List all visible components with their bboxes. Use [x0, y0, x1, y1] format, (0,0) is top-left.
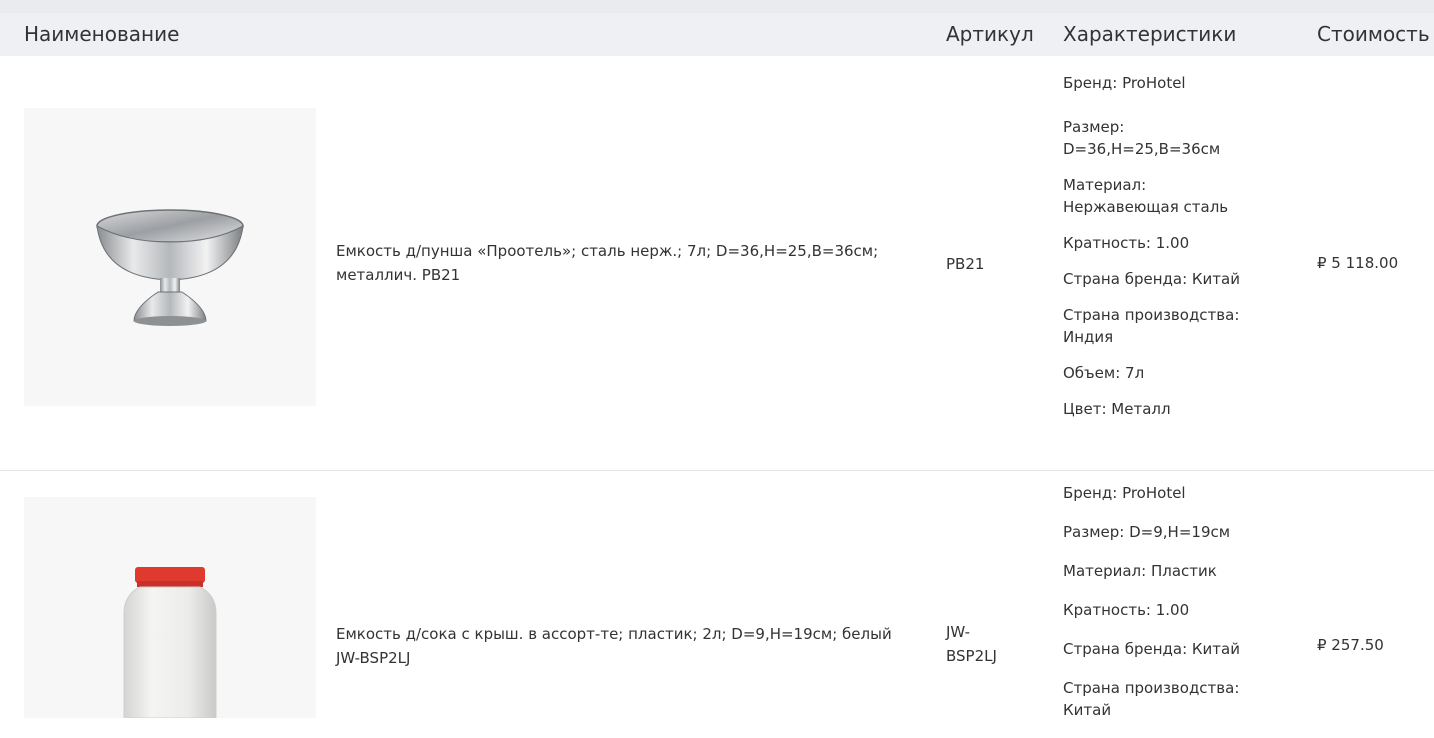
spec-size: Размер: D=9,H=19см [1063, 521, 1293, 543]
column-header-sku[interactable]: Артикул [946, 22, 1034, 46]
spec-brand-country: Страна бренда: Китай [1063, 638, 1293, 660]
spec-value: ProHotel [1122, 74, 1186, 92]
spec-label: Кратность: [1063, 234, 1151, 252]
spec-label: Страна бренда: [1063, 270, 1188, 288]
spec-value: D=36,H=25,B=36см [1063, 140, 1221, 158]
spec-value: Китай [1191, 640, 1240, 658]
product-image[interactable] [24, 497, 316, 719]
spec-value: ProHotel [1122, 484, 1186, 502]
spec-brand: Бренд: ProHotel [1063, 482, 1293, 504]
column-header-specs[interactable]: Характеристики [1063, 22, 1236, 46]
spec-volume: Объем: 7л [1063, 362, 1293, 384]
spec-value: Китай [1063, 701, 1112, 719]
spec-value: Металл [1111, 400, 1171, 418]
spec-value: Индия [1063, 328, 1114, 346]
spec-label: Объем: [1063, 364, 1121, 382]
juice-container-icon [123, 567, 217, 719]
spec-label: Размер: [1063, 118, 1125, 136]
spec-value: Китай [1191, 270, 1240, 288]
spec-value: 7л [1125, 364, 1145, 382]
spec-label: Страна бренда: [1063, 640, 1188, 658]
spec-label: Цвет: [1063, 400, 1107, 418]
spec-label: Бренд: [1063, 484, 1118, 502]
spec-multiplicity: Кратность: 1.00 [1063, 232, 1293, 254]
spec-label: Бренд: [1063, 74, 1118, 92]
product-sku: JW-BSP2LJ [946, 623, 997, 665]
spec-label: Страна производства: [1063, 679, 1240, 697]
spec-size: Размер: D=36,H=25,B=36см [1063, 116, 1293, 160]
spec-production-country: Страна производства: Китай [1063, 677, 1293, 721]
product-specs: Бренд: ProHotel Размер: D=36,H=25,B=36см … [1063, 72, 1293, 434]
column-header-price[interactable]: Стоимость [1317, 22, 1430, 46]
product-price: ₽ 5 118.00 [1317, 254, 1399, 272]
spec-color: Цвет: Металл [1063, 398, 1293, 420]
column-header-name[interactable]: Наименование [24, 22, 179, 46]
spec-label: Размер: [1063, 523, 1125, 541]
table-row[interactable]: Емкость д/пунша «Проотель»; сталь нерж.;… [0, 56, 1434, 471]
spec-brand: Бренд: ProHotel [1063, 72, 1293, 94]
product-name[interactable]: Емкость д/сока с крыш. в ассорт-те; плас… [336, 622, 916, 670]
spec-value: 1.00 [1155, 601, 1190, 619]
spec-multiplicity: Кратность: 1.00 [1063, 599, 1293, 621]
product-image[interactable] [24, 108, 316, 406]
product-price: ₽ 257.50 [1317, 636, 1384, 654]
product-name[interactable]: Емкость д/пунша «Проотель»; сталь нерж.;… [336, 239, 916, 287]
spec-production-country: Страна производства: Индия [1063, 304, 1293, 348]
spec-value: Пластик [1150, 562, 1217, 580]
spec-value: D=9,H=19см [1129, 523, 1231, 541]
spec-material: Материал: Пластик [1063, 560, 1293, 582]
spec-value: 1.00 [1155, 234, 1190, 252]
spec-label: Кратность: [1063, 601, 1151, 619]
table-header: Наименование Артикул Характеристики Стои… [0, 13, 1434, 56]
top-bar [0, 0, 1434, 13]
spec-label: Материал: [1063, 562, 1147, 580]
table-row[interactable]: Емкость д/сока с крыш. в ассорт-те; плас… [0, 471, 1434, 719]
product-specs: Бренд: ProHotel Размер: D=9,H=19см Матер… [1063, 482, 1293, 738]
spec-material: Материал: Нержавеющая сталь [1063, 174, 1293, 218]
spec-label: Страна производства: [1063, 306, 1240, 324]
spec-label: Материал: [1063, 176, 1147, 194]
spec-brand-country: Страна бренда: Китай [1063, 268, 1293, 290]
product-sku: PB21 [946, 255, 985, 273]
spec-value: Нержавеющая сталь [1063, 198, 1229, 216]
punch-bowl-icon [96, 209, 244, 326]
